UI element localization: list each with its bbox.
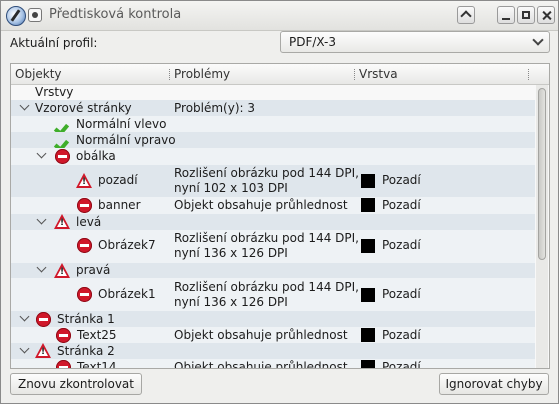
chevron-down-icon xyxy=(532,34,544,46)
error-icon xyxy=(56,360,71,368)
row-label: Stránka 1 xyxy=(57,312,115,326)
column-problems[interactable]: Problémy xyxy=(174,67,230,81)
problem-text: Objekt obsahuje průhlednost xyxy=(174,198,348,212)
warning-icon xyxy=(76,173,92,188)
layer-name: Pozadí xyxy=(382,287,421,301)
profile-selected-value: PDF/X-3 xyxy=(289,35,337,49)
preflight-tree[interactable]: Objekty Problémy Vrstva Vrstvy Vzorové s… xyxy=(10,63,550,369)
error-icon xyxy=(56,328,71,343)
problem-text-line2: nyní 102 x 103 DPI xyxy=(174,181,288,195)
tree-row-background[interactable]: pozadí Rozlišení obrázku pod 144 DPI, ny… xyxy=(11,165,535,197)
row-label: banner xyxy=(98,198,141,212)
layer-color-swatch xyxy=(361,198,375,212)
tree-row-page1[interactable]: Stránka 1 xyxy=(11,311,535,327)
vertical-scrollbar[interactable] xyxy=(536,85,548,368)
title-bar: Předtisková kontrola xyxy=(1,1,558,31)
row-label: Vrstvy xyxy=(35,85,74,99)
problem-text: Objekt obsahuje průhlednost xyxy=(174,360,348,369)
row-label: Obrázek7 xyxy=(98,238,156,252)
tree-row-banner[interactable]: banner Objekt obsahuje průhlednost Pozad… xyxy=(11,197,535,214)
row-label: Normální vlevo xyxy=(76,117,167,131)
row-label: Text25 xyxy=(77,328,117,342)
check-icon xyxy=(55,116,71,132)
ignore-errors-button[interactable]: Ignorovat chyby xyxy=(439,373,549,395)
tree-row-text14[interactable]: Text14 Objekt obsahuje průhlednost Pozad… xyxy=(11,359,535,369)
tree-row-master-pages[interactable]: Vzorové stránky Problém(y): 3 xyxy=(11,100,535,116)
problem-text-line1: Rozlišení obrázku pod 144 DPI, xyxy=(174,231,359,245)
tree-row-cover[interactable]: obálka xyxy=(11,148,535,165)
row-label: Normální vpravo xyxy=(76,133,176,147)
row-label: Vzorové stránky xyxy=(35,101,132,115)
column-objects[interactable]: Objekty xyxy=(15,67,62,81)
column-separator[interactable] xyxy=(354,69,356,80)
problem-text-line2: nyní 136 x 126 DPI xyxy=(174,295,288,309)
layer-name: Pozadí xyxy=(382,173,421,187)
expand-arrow-icon[interactable] xyxy=(36,214,47,225)
tree-row-right[interactable]: pravá xyxy=(11,262,535,278)
layer-color-swatch xyxy=(361,239,375,253)
profile-select[interactable]: PDF/X-3 xyxy=(280,31,550,53)
tree-row-layers[interactable]: Vrstvy xyxy=(11,85,535,100)
maximize-button[interactable] xyxy=(517,6,535,24)
row-label: pravá xyxy=(76,263,111,277)
problem-text-line1: Rozlišení obrázku pod 144 DPI, xyxy=(174,280,359,294)
tree-header: Objekty Problémy Vrstva xyxy=(11,64,549,85)
expand-arrow-icon[interactable] xyxy=(19,311,30,322)
expand-arrow-icon[interactable] xyxy=(36,262,47,273)
column-layer[interactable]: Vrstva xyxy=(359,67,398,81)
error-icon xyxy=(77,198,92,213)
preflight-window: Předtisková kontrola Aktuální profil: PD… xyxy=(0,0,559,404)
column-separator[interactable] xyxy=(528,69,530,80)
warning-icon xyxy=(54,263,70,278)
close-button[interactable] xyxy=(537,6,555,24)
check-icon xyxy=(55,132,71,148)
error-icon xyxy=(77,238,92,253)
error-icon xyxy=(55,149,70,164)
recheck-button[interactable]: Znovu zkontrolovat xyxy=(10,373,142,395)
row-label: Stránka 2 xyxy=(57,344,115,358)
row-label: pozadí xyxy=(98,173,138,187)
warning-icon xyxy=(54,214,70,229)
minimize-button[interactable] xyxy=(497,6,515,24)
shade-button[interactable] xyxy=(457,6,475,24)
tree-row-page2[interactable]: Stránka 2 xyxy=(11,343,535,359)
problem-text: Objekt obsahuje průhlednost xyxy=(174,328,348,342)
expand-arrow-icon[interactable] xyxy=(19,100,30,111)
layer-name: Pozadí xyxy=(382,238,421,252)
expand-arrow-icon[interactable] xyxy=(36,148,47,159)
tree-row-normal-right[interactable]: Normální vpravo xyxy=(11,132,535,148)
problem-text: Problém(y): 3 xyxy=(174,101,256,115)
error-icon xyxy=(36,312,51,327)
layer-color-swatch xyxy=(361,174,375,188)
expand-arrow-icon[interactable] xyxy=(19,343,30,354)
tree-row-image7[interactable]: Obrázek7 Rozlišení obrázku pod 144 DPI, … xyxy=(11,230,535,263)
tree-row-image1[interactable]: Obrázek1 Rozlišení obrázku pod 144 DPI, … xyxy=(11,278,535,311)
problem-text-line1: Rozlišení obrázku pod 144 DPI, xyxy=(174,166,359,180)
row-label: Obrázek1 xyxy=(98,287,156,301)
tree-row-text25[interactable]: Text25 Objekt obsahuje průhlednost Pozad… xyxy=(11,327,535,343)
column-separator[interactable] xyxy=(169,69,171,80)
warning-icon xyxy=(35,343,51,358)
tree-row-normal-left[interactable]: Normální vlevo xyxy=(11,116,535,132)
layer-name: Pozadí xyxy=(382,360,421,369)
layer-color-swatch xyxy=(361,360,375,368)
window-title: Předtisková kontrola xyxy=(49,7,182,22)
row-label: levá xyxy=(76,215,102,229)
app-icon xyxy=(6,6,26,26)
row-label: Text14 xyxy=(77,360,117,369)
problem-text-line2: nyní 136 x 126 DPI xyxy=(174,246,288,260)
profile-label: Aktuální profil: xyxy=(10,36,98,50)
layer-name: Pozadí xyxy=(382,328,421,342)
scrollbar-thumb[interactable] xyxy=(538,88,546,260)
window-menu-icon[interactable] xyxy=(28,8,42,22)
layer-name: Pozadí xyxy=(382,198,421,212)
layer-color-swatch xyxy=(361,328,375,342)
row-label: obálka xyxy=(76,149,116,163)
tree-row-left[interactable]: levá xyxy=(11,214,535,230)
layer-color-swatch xyxy=(361,288,375,302)
error-icon xyxy=(77,287,92,302)
